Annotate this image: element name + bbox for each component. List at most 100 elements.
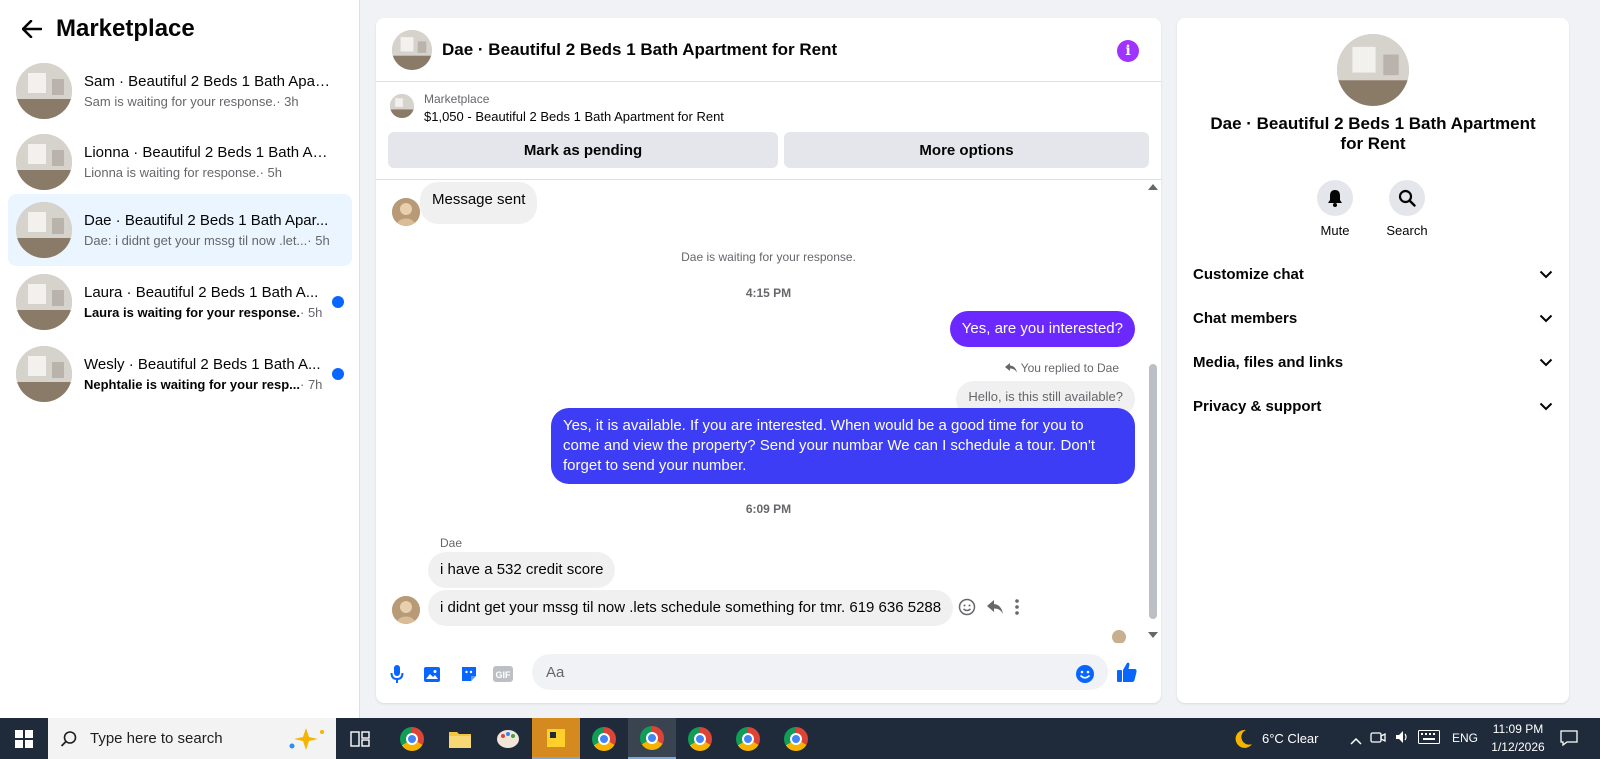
windows-taskbar: Type here to search 6°C Clear ENG 11:09 …	[0, 718, 1600, 759]
reply-indicator: You replied to Dae	[1004, 361, 1119, 375]
chat-title[interactable]: Dae · Beautiful 2 Beds 1 Bath Apartment …	[442, 40, 837, 60]
listing-avatar	[16, 346, 72, 402]
taskbar-search-placeholder: Type here to search	[90, 730, 223, 747]
details-avatar	[1337, 34, 1409, 106]
weather-text[interactable]: 6°C Clear	[1262, 731, 1319, 746]
search-highlight-sparkle-icon	[289, 727, 324, 750]
conversation-snippet: Dae: i didnt get your mssg til now .let.…	[84, 233, 308, 248]
search-icon	[60, 730, 77, 747]
reply-arrow-icon	[1004, 363, 1017, 373]
microphone-icon[interactable]	[386, 663, 408, 685]
thumbs-up-icon[interactable]	[1116, 661, 1138, 683]
emoji-icon[interactable]	[1074, 663, 1096, 685]
info-icon[interactable]: i	[1117, 40, 1139, 62]
listing-thumbnail	[390, 94, 414, 118]
notifications-icon[interactable]	[1560, 729, 1578, 752]
file-explorer-icon[interactable]	[436, 718, 484, 759]
conversation-snippet: Lionna is waiting for response.	[84, 165, 260, 180]
mute-label: Mute	[1320, 223, 1350, 238]
conversation-item-laura[interactable]: Laura · Beautiful 2 Beds 1 Bath A... Lau…	[8, 266, 352, 338]
conversation-item-dae[interactable]: Dae · Beautiful 2 Beds 1 Bath Apar... Da…	[8, 194, 352, 266]
search-button[interactable]	[1389, 180, 1425, 216]
conversation-title: Laura · Beautiful 2 Beds 1 Bath A...	[84, 284, 319, 301]
chat-panel: Dae · Beautiful 2 Beds 1 Bath Apartment …	[376, 18, 1161, 703]
composer: GIF	[376, 643, 1161, 703]
search-label: Search	[1386, 223, 1428, 238]
weather-moon-icon[interactable]	[1232, 728, 1254, 755]
back-arrow-icon[interactable]	[20, 17, 44, 41]
conversation-item-lionna[interactable]: Lionna · Beautiful 2 Beds 1 Bath Ap... L…	[8, 126, 352, 198]
chrome-profile-3-icon[interactable]	[676, 718, 724, 759]
replied-to-label: You replied to Dae	[1020, 361, 1119, 375]
sidebar-title: Marketplace	[56, 15, 195, 42]
paint-app-icon[interactable]	[484, 718, 532, 759]
chevron-down-icon	[1539, 358, 1553, 366]
conversation-time: · 7h	[300, 377, 323, 392]
chrome-profile-1-icon[interactable]	[580, 718, 628, 759]
clock-time[interactable]: 11:09 PM	[1486, 722, 1550, 736]
conversation-item-sam[interactable]: Sam · Beautiful 2 Beds 1 Bath Apar... Sa…	[8, 55, 352, 127]
conversation-title: Sam · Beautiful 2 Beds 1 Bath Apar...	[84, 73, 330, 90]
mark-as-pending-button[interactable]: Mark as pending	[388, 132, 778, 168]
conversation-snippet: Sam is waiting for your response.	[84, 94, 277, 109]
volume-icon[interactable]	[1394, 729, 1410, 750]
chat-details-panel: Dae · Beautiful 2 Beds 1 Bath Apartment …	[1177, 18, 1569, 703]
sticker-icon[interactable]	[458, 663, 480, 685]
message-input[interactable]	[532, 654, 1108, 690]
chevron-down-icon	[1539, 402, 1553, 410]
chrome-profile-2-icon[interactable]	[628, 718, 676, 759]
message-bubble-outgoing[interactable]: Yes, it is available. If you are interes…	[551, 408, 1135, 484]
svg-text:GIF: GIF	[496, 670, 512, 680]
message-bubble-incoming[interactable]: Message sent	[420, 182, 538, 224]
message-bubble-outgoing[interactable]: Yes, are you interested?	[949, 311, 1135, 347]
sticky-notes-icon[interactable]	[532, 718, 580, 759]
section-customize-chat[interactable]: Customize chat	[1193, 256, 1553, 292]
waiting-notice: Dae is waiting for your response.	[681, 250, 856, 264]
language-indicator[interactable]: ENG	[1452, 731, 1478, 745]
gif-icon[interactable]: GIF	[492, 663, 514, 685]
mute-button[interactable]	[1317, 180, 1353, 216]
section-chat-members[interactable]: Chat members	[1193, 300, 1553, 336]
message-scrollbar[interactable]	[1147, 180, 1161, 643]
section-media-files-links[interactable]: Media, files and links	[1193, 344, 1553, 380]
tray-chevron-up-icon[interactable]	[1350, 732, 1362, 750]
unread-dot-icon	[332, 296, 344, 308]
react-smiley-icon[interactable]	[958, 598, 976, 621]
meet-now-icon[interactable]	[1370, 729, 1386, 750]
more-vertical-icon[interactable]	[1014, 598, 1020, 621]
listing-avatar	[16, 63, 72, 119]
keyboard-icon[interactable]	[1418, 730, 1440, 749]
reply-icon[interactable]	[986, 599, 1004, 620]
sender-name: Dae	[440, 536, 463, 550]
timestamp-divider: 4:15 PM	[745, 286, 792, 300]
chevron-down-icon	[1539, 314, 1553, 322]
taskbar-search-box[interactable]: Type here to search	[48, 718, 336, 759]
message-list: Message sent Dae is waiting for your res…	[376, 180, 1161, 643]
scroll-thumb[interactable]	[1149, 364, 1157, 619]
search-icon	[1398, 189, 1416, 207]
conversation-title: Wesly · Beautiful 2 Beds 1 Bath A...	[84, 356, 321, 373]
unread-dot-icon	[332, 368, 344, 380]
listing-avatar	[16, 134, 72, 190]
chrome-app-icon[interactable]	[388, 718, 436, 759]
timestamp-divider: 6:09 PM	[745, 502, 792, 516]
photo-icon[interactable]	[422, 663, 444, 685]
scroll-down-arrow-icon[interactable]	[1148, 632, 1158, 638]
more-options-button[interactable]: More options	[784, 132, 1149, 168]
chrome-profile-5-icon[interactable]	[772, 718, 820, 759]
listing-row[interactable]: Marketplace $1,050 - Beautiful 2 Beds 1 …	[388, 92, 1149, 124]
clock-date[interactable]: 1/12/2026	[1486, 740, 1550, 754]
message-actions	[958, 598, 1020, 621]
scroll-up-arrow-icon[interactable]	[1148, 184, 1158, 190]
task-view-icon[interactable]	[336, 718, 384, 759]
chat-header: Dae · Beautiful 2 Beds 1 Bath Apartment …	[376, 18, 1161, 82]
conversation-snippet: Laura is waiting for your response.	[84, 305, 300, 320]
section-privacy-support[interactable]: Privacy & support	[1193, 388, 1553, 424]
chrome-profile-4-icon[interactable]	[724, 718, 772, 759]
chat-avatar[interactable]	[392, 29, 432, 70]
windows-start-icon[interactable]	[0, 718, 48, 759]
message-bubble-incoming[interactable]: i have a 532 credit score	[428, 552, 616, 588]
conversation-item-wesly[interactable]: Wesly · Beautiful 2 Beds 1 Bath A... Nep…	[8, 338, 352, 410]
message-bubble-incoming[interactable]: i didnt get your mssg til now .lets sche…	[428, 590, 954, 626]
chevron-down-icon	[1539, 270, 1553, 278]
